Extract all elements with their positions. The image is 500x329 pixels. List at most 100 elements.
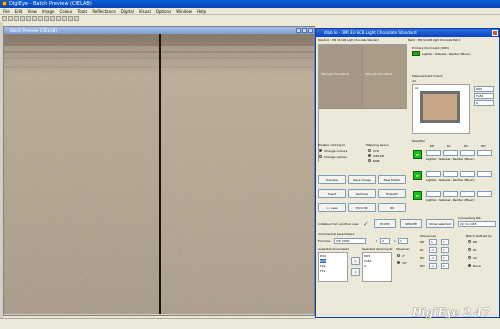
- app-title: DigiEye - Batch Preview (CIELAB): [9, 1, 92, 7]
- dl-header-dh: DH: [481, 144, 486, 148]
- toolbar-copy-icon[interactable]: [32, 16, 37, 21]
- toolbar-measure-icon[interactable]: [50, 16, 55, 21]
- menu-item[interactable]: View: [27, 8, 37, 14]
- pass-value-field: [443, 191, 458, 197]
- menu-item[interactable]: Visual: [139, 8, 151, 14]
- print-qc-button[interactable]: Print QC: [348, 203, 376, 212]
- c-input[interactable]: 1: [398, 238, 408, 244]
- remove-illuminant-button[interactable]: <: [351, 268, 360, 276]
- selected-illuminants-list[interactable]: D65 TL84 A: [362, 252, 392, 282]
- tol-minus[interactable]: 1: [429, 239, 437, 245]
- menu-item[interactable]: Tools: [77, 8, 87, 14]
- remove-button[interactable]: Remove: [348, 189, 376, 198]
- radio-rgb[interactable]: [368, 159, 371, 162]
- toolbar-help-icon[interactable]: [74, 16, 79, 21]
- hide-qc-button[interactable]: Hide/QC: [378, 189, 406, 198]
- radio-xyz[interactable]: [368, 149, 371, 152]
- l-label: l: [376, 239, 377, 243]
- dialog-close-icon[interactable]: [492, 30, 498, 36]
- status-bar: [0, 318, 315, 329]
- less-button[interactable]: <- Less: [318, 203, 346, 212]
- qc-dialog-title: dlab lo - 3MI 32-SCB Light Chocolate Sta…: [324, 30, 417, 35]
- radio-batch-dl[interactable]: [468, 248, 471, 251]
- tol-plus[interactable]: 1: [441, 263, 449, 269]
- measure-list-item[interactable]: A: [474, 100, 494, 106]
- toolbar-paste-icon[interactable]: [38, 16, 43, 21]
- toolbar-colour-icon[interactable]: [62, 16, 67, 21]
- update-button[interactable]: UPDATE: [400, 219, 422, 228]
- close-icon[interactable]: [308, 28, 313, 33]
- toolbar-zoom-icon[interactable]: [56, 16, 61, 21]
- selected-illuminant-item[interactable]: A: [364, 264, 366, 268]
- toolbar-grid-icon[interactable]: [68, 16, 73, 21]
- fabric-image-area[interactable]: [4, 34, 314, 314]
- add-illuminant-button[interactable]: >: [351, 257, 360, 265]
- available-illuminants-list[interactable]: D50 D65 F02 F11: [318, 252, 348, 282]
- radio-observer-10[interactable]: [397, 261, 400, 264]
- radio-cielab[interactable]: [368, 154, 371, 157]
- ok-button[interactable]: OK: [378, 203, 406, 212]
- pass-fail-label: Pass/Fail: [412, 139, 425, 143]
- dl-header-de: DE: [430, 144, 435, 148]
- available-illuminant-item[interactable]: D65: [320, 259, 327, 263]
- tol-plus[interactable]: 1: [441, 239, 449, 245]
- toolbar-new-icon[interactable]: [2, 16, 7, 21]
- menu-bar: File Edit View Image Colour Tools Reflec…: [0, 8, 500, 15]
- connecting-file-select[interactable]: 22 mo D65: [458, 221, 496, 227]
- l-input[interactable]: 2: [380, 238, 390, 244]
- menu-item[interactable]: Help: [197, 8, 206, 14]
- batch-preview-window: Batch Preview (CIELAB): [3, 26, 315, 316]
- toolbar-open-icon[interactable]: [8, 16, 13, 21]
- toolbar-cut-icon[interactable]: [26, 16, 31, 21]
- radio-batch-all[interactable]: [468, 256, 471, 259]
- tol-minus[interactable]: -1: [429, 255, 437, 261]
- available-illuminant-item[interactable]: F11: [320, 269, 326, 273]
- tol-plus[interactable]: 1: [441, 247, 449, 253]
- standard-fabric-image: [4, 34, 160, 314]
- menu-item[interactable]: Colour: [59, 8, 72, 14]
- radio-change-colours[interactable]: [319, 149, 322, 152]
- menu-item[interactable]: Reflectance: [92, 8, 115, 14]
- save-image-button[interactable]: Save image: [348, 175, 376, 184]
- radio-observer-2[interactable]: [397, 254, 400, 257]
- formula-select[interactable]: CIE 2000: [334, 238, 366, 244]
- radio-batch-none[interactable]: [468, 264, 471, 267]
- toolbar-save-icon[interactable]: [14, 16, 19, 21]
- available-illuminant-item[interactable]: F02: [320, 264, 326, 268]
- qc-dialog-title-bar: dlab lo - 3MI 32-SCB Light Chocolate Sta…: [316, 29, 499, 37]
- radio-change-names[interactable]: [319, 155, 322, 158]
- preview-button[interactable]: Preview: [318, 175, 346, 184]
- standard-swatch-text: 3MI Light Chocolate St: [321, 73, 350, 76]
- menu-item[interactable]: Image: [42, 8, 55, 14]
- show-selected-button[interactable]: Show selected: [426, 219, 454, 228]
- tol-name: DH: [420, 264, 425, 268]
- measure-list-item[interactable]: TL84: [474, 93, 494, 99]
- menu-item[interactable]: File: [3, 8, 10, 14]
- tol-plus[interactable]: 1: [441, 255, 449, 261]
- menu-item[interactable]: Options: [156, 8, 171, 14]
- tol-minus[interactable]: -1: [429, 263, 437, 269]
- tol-minus[interactable]: -1: [429, 247, 437, 253]
- menu-item[interactable]: Window: [176, 8, 192, 14]
- toolbar-camera-icon[interactable]: [44, 16, 49, 21]
- pass-value-field: [460, 171, 475, 177]
- menu-item[interactable]: Digital: [121, 8, 134, 14]
- pass-value-field: [426, 171, 441, 177]
- b-std-button[interactable]: B-STD: [374, 219, 396, 228]
- minimize-icon[interactable]: [296, 28, 301, 33]
- pass-value-field: [477, 171, 492, 177]
- measure-list-item[interactable]: D65: [474, 86, 494, 92]
- insert-button[interactable]: Insert: [318, 189, 346, 198]
- standard-label: Standard : 3MI 32-SCB Light Chocolate St…: [318, 39, 379, 42]
- menu-item[interactable]: Edit: [15, 8, 23, 14]
- checkmark-icon: ✓: [363, 220, 369, 228]
- toolbar-print-icon[interactable]: [20, 16, 25, 21]
- available-illuminant-item[interactable]: D50: [320, 254, 326, 258]
- radio-batch-de[interactable]: [468, 240, 471, 243]
- selected-illuminant-item[interactable]: D65: [364, 254, 370, 258]
- measurement-check-sub: All: [412, 79, 416, 83]
- selected-illuminant-item[interactable]: TL84: [364, 259, 371, 263]
- new-match-button[interactable]: New Match: [378, 175, 406, 184]
- maximize-icon[interactable]: [302, 28, 307, 33]
- batch-defined-label: Batch Defined by: [466, 234, 492, 238]
